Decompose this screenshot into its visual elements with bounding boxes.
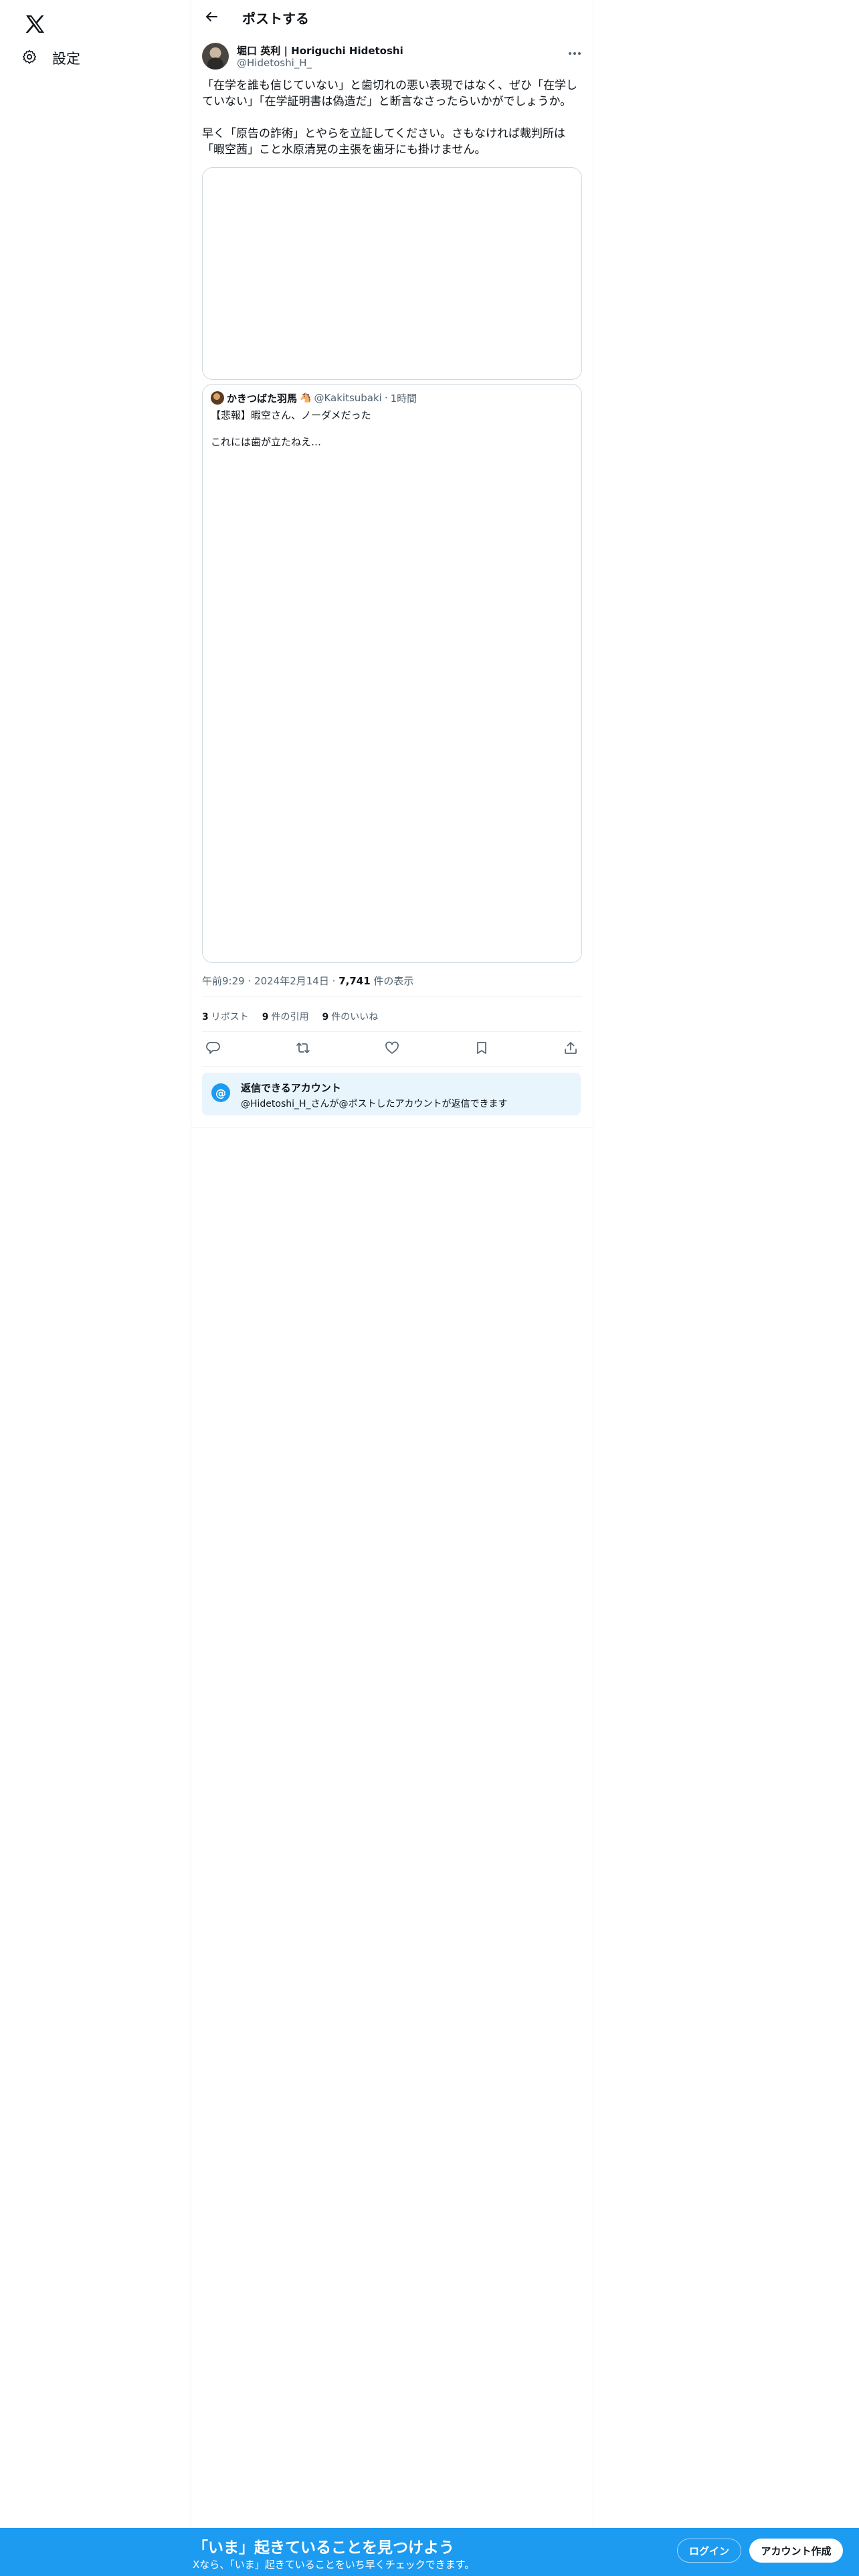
- banner-subtitle: Xなら、「いま」起きていることをいち早くチェックできます。: [193, 2559, 475, 2571]
- horse-emoji-icon: 🐴: [300, 393, 312, 403]
- reply-restriction-title: 返信できるアカウント: [241, 1082, 341, 1094]
- login-button[interactable]: ログイン: [677, 2539, 741, 2563]
- bookmark-icon: [474, 1041, 489, 1058]
- post-date[interactable]: 2024年2月14日: [254, 975, 329, 987]
- share-icon: [563, 1041, 578, 1058]
- quoted-post[interactable]: かきつばた羽馬 🐴 @Kakitsubaki · 1時間 【悲報】暇空さん、ノー…: [202, 384, 582, 963]
- views-label: 件の表示: [373, 975, 414, 987]
- like-button[interactable]: [381, 1038, 403, 1061]
- quoted-author-name: かきつばた羽馬: [227, 392, 298, 405]
- post-time[interactable]: 午前9:29: [202, 975, 245, 987]
- post-text: 「在学を誰も信じていない」と歯切れの悪い表現ではなく、ぜひ「在学していない」「在…: [202, 79, 577, 156]
- quoted-author-handle: @Kakitsubaki: [314, 392, 382, 404]
- repost-icon: [296, 1041, 310, 1058]
- reply-icon: [206, 1041, 221, 1058]
- share-button[interactable]: [559, 1038, 582, 1061]
- stat-likes[interactable]: 9 件のいいね: [322, 1010, 379, 1023]
- gear-icon: [21, 49, 37, 68]
- quoted-post-header: かきつばた羽馬 🐴 @Kakitsubaki · 1時間: [211, 391, 417, 405]
- at-sign-icon: @: [211, 1083, 230, 1102]
- quoted-post-text: 【悲報】暇空さん、ノーダメだった これには歯が立たねえ…: [211, 409, 371, 448]
- separator: ·: [332, 975, 336, 987]
- author-handle[interactable]: @Hidetoshi_H_: [237, 57, 312, 69]
- separator: ·: [248, 975, 252, 987]
- author-avatar[interactable]: [202, 43, 229, 70]
- heart-icon: [385, 1041, 399, 1058]
- reply-restriction-description: @Hidetoshi_H_さんが@ポストしたアカウントが返信できます: [241, 1099, 508, 1109]
- sidebar-item-label: 設定: [52, 51, 80, 67]
- views-count: 7,741: [339, 975, 371, 987]
- more-dots-icon: [568, 45, 581, 58]
- quoted-post-time: 1時間: [390, 392, 417, 405]
- signup-banner: 「いま」起きていることを見つけよう Xなら、「いま」起きていることをいち早くチェ…: [0, 2528, 859, 2576]
- x-logo-icon[interactable]: [17, 7, 52, 41]
- divider: [202, 1066, 582, 1067]
- post-stats: 3 リポスト 9 件の引用 9 件のいいね: [202, 1010, 391, 1023]
- separator: ·: [384, 392, 388, 404]
- more-options-button[interactable]: [567, 44, 582, 59]
- page-title: ポストする: [242, 11, 309, 27]
- divider: [202, 996, 582, 997]
- banner-title: 「いま」起きていることを見つけよう: [193, 2539, 454, 2557]
- left-sidebar: 設定: [0, 0, 191, 2576]
- stat-reposts[interactable]: 3 リポスト: [202, 1010, 249, 1023]
- create-account-button[interactable]: アカウント作成: [749, 2539, 843, 2563]
- arrow-left-icon: [205, 10, 218, 26]
- reply-restriction-notice: @ 返信できるアカウント @Hidetoshi_H_さんが@ポストしたアカウント…: [202, 1073, 581, 1115]
- reply-button[interactable]: [202, 1038, 225, 1061]
- bookmark-button[interactable]: [470, 1038, 493, 1061]
- divider: [202, 1031, 582, 1032]
- repost-button[interactable]: [292, 1038, 314, 1061]
- media-card[interactable]: [202, 167, 582, 380]
- main-column: ポストする 堀口 英利 | Horiguchi Hidetoshi @Hidet…: [191, 0, 593, 2576]
- quoted-author-avatar: [211, 391, 224, 405]
- sidebar-item-settings[interactable]: 設定: [12, 41, 90, 75]
- stat-quotes[interactable]: 9 件の引用: [262, 1010, 309, 1023]
- author-name[interactable]: 堀口 英利 | Horiguchi Hidetoshi: [237, 43, 403, 58]
- post-actions: [202, 1038, 582, 1061]
- top-bar: ポストする: [191, 0, 593, 35]
- post-meta: 午前9:29 · 2024年2月14日 · 7,741 件の表示: [202, 974, 413, 988]
- back-button[interactable]: [199, 6, 223, 30]
- post-header: 堀口 英利 | Horiguchi Hidetoshi @Hidetoshi_H…: [202, 43, 582, 71]
